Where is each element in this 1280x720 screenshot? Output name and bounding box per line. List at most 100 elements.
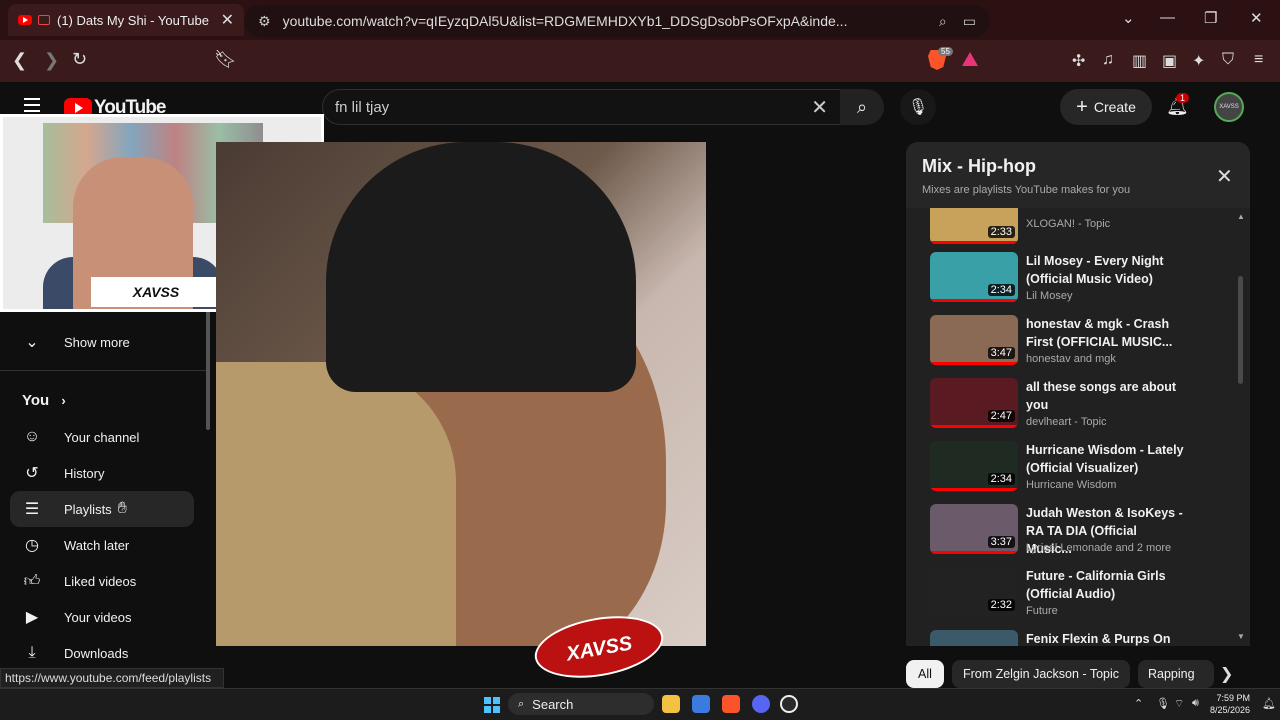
playlist-item-thumbnail[interactable]: 2:32 xyxy=(930,567,1018,617)
restore-icon[interactable]: ❐ xyxy=(1204,9,1217,27)
playlist-item[interactable]: 2:33 XLOGAN! - Topic xyxy=(930,208,1230,248)
playlist-item-thumbnail[interactable]: 2:47 xyxy=(930,378,1018,428)
sidebar-item-history[interactable]: ↺ History xyxy=(10,455,194,491)
playlist-item-thumbnail[interactable]: 2:34 xyxy=(930,441,1018,491)
account-avatar[interactable]: XAVSS xyxy=(1214,92,1244,122)
scroll-down-arrow-icon[interactable]: ▼ xyxy=(1237,632,1245,641)
clock-icon: ◷ xyxy=(25,537,39,554)
playlist-item-title[interactable]: Hurricane Wisdom - Lately (Official Visu… xyxy=(1026,441,1186,477)
menu-icon[interactable]: ≡ xyxy=(1254,51,1263,69)
sidebar-show-more[interactable]: ⌄ Show more xyxy=(10,324,194,360)
create-button[interactable]: + Create xyxy=(1060,89,1152,125)
playlist-item-thumbnail[interactable]: 2:33 xyxy=(930,208,1018,244)
search-input[interactable]: fn lil tjay ✕ xyxy=(322,89,840,125)
volume-icon[interactable]: 🔊︎ xyxy=(1192,697,1199,710)
sidebar-item-label: Your channel xyxy=(64,429,140,445)
chevron-right-icon[interactable]: ❯ xyxy=(1220,664,1233,684)
sidebar-item-liked-videos[interactable]: 👍︎ Liked videos xyxy=(10,563,194,599)
playlist-item[interactable]: Fenix Flexin & Purps On The xyxy=(930,630,1230,646)
extensions-icon[interactable]: ✣ xyxy=(1072,51,1085,71)
playlist-item-thumbnail[interactable] xyxy=(930,630,1018,646)
watch-progress-bar xyxy=(930,425,1018,428)
playlist-item[interactable]: 2:47 all these songs are about you devlh… xyxy=(930,378,1230,440)
sidebar-item-downloads[interactable]: ⤓ Downloads xyxy=(10,635,194,671)
playlist-scrollbar[interactable] xyxy=(1238,276,1243,384)
back-icon[interactable]: ❮ xyxy=(12,50,27,71)
search-button[interactable]: ⌕ xyxy=(840,89,884,125)
playlist-title[interactable]: Mix - Hip-hop xyxy=(922,156,1036,177)
clear-search-icon[interactable]: ✕ xyxy=(811,95,828,120)
tab-title: (1) Dats My Shi - YouTube xyxy=(57,12,209,28)
playlist-item[interactable]: 3:37 Judah Weston & IsoKeys - RA TA DIA … xyxy=(930,504,1230,566)
minimize-icon[interactable]: — xyxy=(1160,9,1175,26)
tab-search-chevron-icon[interactable]: ⌄ xyxy=(1122,9,1135,27)
sidebar-item-playlists[interactable]: ☰ Playlists ✋︎ xyxy=(10,491,194,527)
sidebar-toggle-icon[interactable]: ▥ xyxy=(1132,51,1147,71)
chip-all[interactable]: All xyxy=(906,660,944,688)
zoom-icon[interactable]: ⌕ xyxy=(939,13,947,30)
wifi-icon[interactable]: ⌔ xyxy=(1174,697,1184,711)
cast-icon[interactable]: ▭ xyxy=(963,13,976,30)
chip-from-channel[interactable]: From Zelgin Jackson - Topic xyxy=(952,660,1130,688)
url-bar[interactable]: ⚙︎ youtube.com/watch?v=qIEyzqDAl5U&list=… xyxy=(244,5,990,37)
file-explorer-icon[interactable] xyxy=(662,695,680,713)
search-query[interactable]: fn lil tjay xyxy=(335,99,811,116)
playlist-item-title[interactable]: Fenix Flexin & Purps On The xyxy=(1026,630,1186,646)
microphone-tray-icon[interactable]: 🎙︎ xyxy=(1156,697,1170,710)
playlist-item-channel: honestav and mgk xyxy=(1026,353,1116,365)
reload-icon[interactable]: ↻ xyxy=(72,49,87,70)
site-settings-icon[interactable]: ⚙︎ xyxy=(258,13,271,30)
playlist-item[interactable]: 2:34 Hurricane Wisdom - Lately (Official… xyxy=(930,441,1230,503)
playlist-item[interactable]: 3:47 honestav & mgk - Crash First (OFFIC… xyxy=(930,315,1230,377)
sidebar-item-your-videos[interactable]: ▶︎ Your videos xyxy=(10,599,194,635)
playlist-item-title[interactable]: honestav & mgk - Crash First (OFFICIAL M… xyxy=(1026,315,1186,351)
obs-studio-icon[interactable] xyxy=(780,695,798,713)
clock-date: 8/25/2026 xyxy=(1210,705,1251,715)
play-icon: ▶︎ xyxy=(25,609,39,626)
wallet-icon[interactable]: ▣ xyxy=(1162,51,1177,71)
playlist-item-title[interactable]: all these songs are about you xyxy=(1026,378,1186,414)
video-player[interactable] xyxy=(216,142,706,646)
windows-start-icon[interactable] xyxy=(484,697,500,713)
scroll-up-arrow-icon[interactable]: ▲ xyxy=(1237,212,1245,221)
sidebar-item-label: Your videos xyxy=(64,609,132,625)
tray-chevron-up-icon[interactable]: ⌃ xyxy=(1134,697,1143,710)
tab-close-icon[interactable]: ✕ xyxy=(221,10,234,30)
microsoft-store-icon[interactable] xyxy=(692,695,710,713)
leo-ai-icon[interactable]: ✦ xyxy=(1192,51,1205,71)
media-control-icon[interactable]: ♫ xyxy=(1102,51,1114,69)
playlist-item-channel: XLOGAN! - Topic xyxy=(1026,218,1111,230)
close-icon[interactable]: ✕ xyxy=(1216,164,1233,189)
sidebar-you-heading[interactable]: You › xyxy=(22,392,66,409)
voice-search-button[interactable]: 🎙︎ xyxy=(900,89,936,125)
youtube-favicon-icon xyxy=(18,15,32,25)
forward-icon[interactable]: ❯ xyxy=(44,50,59,71)
playlist-item-title[interactable]: Future - California Girls (Official Audi… xyxy=(1026,567,1186,603)
video-duration: 2:34 xyxy=(987,473,1015,485)
browser-tab[interactable]: (1) Dats My Shi - YouTube ✕ xyxy=(8,4,244,36)
bookmark-icon[interactable]: 🔖︎ xyxy=(214,49,237,70)
brave-rewards-icon[interactable] xyxy=(962,52,978,66)
playlist-item-thumbnail[interactable]: 2:34 xyxy=(930,252,1018,302)
discord-icon[interactable] xyxy=(752,695,770,713)
playlist-item[interactable]: 2:32 Future - California Girls (Official… xyxy=(930,567,1230,629)
taskbar-clock[interactable]: 7:59 PM 8/25/2026 xyxy=(1210,692,1250,716)
sidebar-item-your-channel[interactable]: ☺ Your channel xyxy=(10,419,194,455)
audio-playing-icon[interactable] xyxy=(38,15,50,25)
clock-time: 7:59 PM xyxy=(1216,693,1251,703)
url-text[interactable]: youtube.com/watch?v=qIEyzqDAl5U&list=RDG… xyxy=(283,13,923,29)
watch-progress-bar xyxy=(930,299,1018,302)
brave-browser-icon[interactable] xyxy=(722,695,740,713)
chip-rapping[interactable]: Rapping xyxy=(1138,660,1214,688)
taskbar-search[interactable]: ⌕ Search xyxy=(508,693,654,715)
playlist-item-title[interactable]: Lil Mosey - Every Night (Official Music … xyxy=(1026,252,1186,288)
notification-center-icon[interactable]: 🔔︎ xyxy=(1262,697,1276,710)
sidebar-item-watch-later[interactable]: ◷ Watch later xyxy=(10,527,194,563)
playlist-item-thumbnail[interactable]: 3:37 xyxy=(930,504,1018,554)
window-close-icon[interactable]: ✕ xyxy=(1250,9,1263,27)
playlist-item[interactable]: 2:34 Lil Mosey - Every Night (Official M… xyxy=(930,252,1230,314)
chevron-down-icon: ⌄ xyxy=(25,334,39,351)
vpn-icon[interactable]: ⛉ xyxy=(1222,51,1234,69)
playlist-item-thumbnail[interactable]: 3:47 xyxy=(930,315,1018,365)
guide-menu-icon[interactable] xyxy=(24,98,40,112)
